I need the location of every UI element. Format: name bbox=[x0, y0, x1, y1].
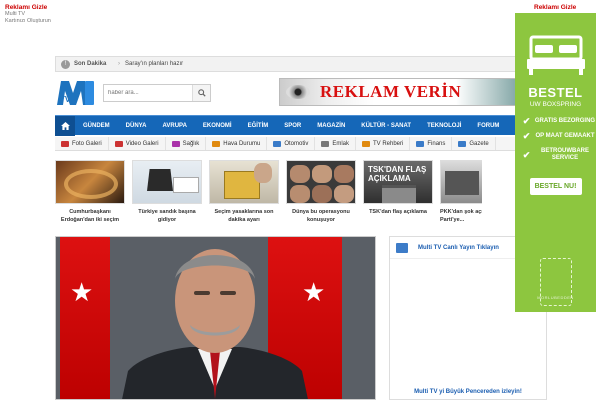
boxspring-ad[interactable]: BESTEL UW BOXSPRING ✔ GRATIS BEZORGING ✔ O… bbox=[515, 13, 596, 312]
subnav-label: Finans bbox=[427, 140, 446, 147]
nav-item-teknoloji[interactable]: TEKNOLOJİ bbox=[419, 123, 469, 129]
card-caption: Cumhurbaşkanı Erdoğan'dan iki seçim bbox=[60, 209, 120, 223]
breaking-headline[interactable]: Saray'ın planları hazır bbox=[125, 61, 183, 67]
home-button[interactable] bbox=[55, 115, 75, 136]
card-thumbnail bbox=[286, 160, 356, 204]
nav-item-avrupa[interactable]: AVRUPA bbox=[154, 123, 194, 129]
person-image bbox=[122, 249, 308, 399]
news-card[interactable]: TSK'DAN FLAŞ AÇIKLAMA TSK'dan flaş açıkla… bbox=[363, 160, 433, 228]
eye-image bbox=[286, 85, 310, 99]
subnav-label: Gazete bbox=[469, 140, 489, 147]
sub-nav: Foto Galeri Video Galeri Sağlık Hava Dur… bbox=[55, 137, 516, 151]
card-caption: Türkiye sandık başına gidiyor bbox=[138, 209, 196, 223]
house-icon bbox=[321, 140, 330, 147]
camera-icon bbox=[61, 140, 69, 147]
subnav-label: Otomotiv bbox=[284, 140, 309, 147]
hide-ad-link-right[interactable]: Reklamı Gizle bbox=[534, 4, 576, 11]
thumb-text: TSK'DAN FLAŞ AÇIKLAMA bbox=[368, 165, 427, 183]
nav-item-dunya[interactable]: DÜNYA bbox=[118, 123, 155, 129]
subnav-video-galeri[interactable]: Video Galeri bbox=[109, 137, 166, 150]
subnav-label: Video Galeri bbox=[125, 140, 159, 147]
search-button[interactable] bbox=[192, 85, 210, 101]
subnav-saglik[interactable]: Sağlık bbox=[166, 137, 207, 150]
bed-icon bbox=[527, 35, 585, 75]
ad-small-text: MORLUBEDDEN bbox=[537, 295, 574, 300]
live-tv-title: Multi TV Canlı Yayın Tıklayın bbox=[418, 244, 499, 251]
card-caption: TSK'dan flaş açıklama bbox=[369, 209, 427, 215]
breaking-label: Son Dakika bbox=[74, 61, 107, 67]
document-icon bbox=[396, 242, 408, 253]
subnav-emlak[interactable]: Emlak bbox=[315, 137, 356, 150]
check-icon: ✔ bbox=[522, 131, 531, 141]
featured-photo[interactable]: ★ ★ bbox=[55, 236, 376, 400]
subnav-label: Foto Galeri bbox=[72, 140, 102, 147]
weather-icon bbox=[212, 140, 221, 147]
create-card-link[interactable]: Kartınızı Oluşturun bbox=[5, 18, 51, 25]
video-icon bbox=[114, 140, 123, 147]
news-card[interactable]: Dünya bu operasyonu konuşuyor bbox=[286, 160, 356, 228]
nav-item-gundem[interactable]: GÜNDEM bbox=[75, 123, 118, 129]
subnav-hava-durumu[interactable]: Hava Durumu bbox=[206, 137, 268, 150]
banner-text: REKLAM VERİN bbox=[320, 82, 462, 101]
health-icon bbox=[171, 140, 180, 147]
ad-feature: ✔ BETROUWBARE SERVICE bbox=[522, 148, 589, 161]
ad-tagline: UW BOXSPRING bbox=[529, 101, 582, 108]
nav-item-ekonomi[interactable]: EKONOMİ bbox=[195, 123, 240, 129]
tv-icon bbox=[362, 140, 370, 147]
car-icon bbox=[273, 140, 282, 147]
hide-ad-link[interactable]: Reklamı Gizle bbox=[5, 4, 51, 11]
site-name: Multi TV bbox=[5, 11, 26, 17]
subnav-tv-rehberi[interactable]: TV Rehberi bbox=[356, 137, 411, 150]
top-left-ad-block: Reklamı Gizle Multi TV Kartınızı Oluştur… bbox=[5, 4, 51, 25]
card-thumbnail bbox=[132, 160, 202, 204]
subnav-foto-galeri[interactable]: Foto Galeri bbox=[55, 137, 109, 150]
check-icon: ✔ bbox=[522, 149, 531, 160]
card-caption: Seçim yasaklarına son dakika ayarı bbox=[214, 209, 274, 223]
news-card[interactable]: PKK'dan şok açıklama AK Parti'ye... bbox=[440, 160, 482, 228]
ad-brand: BESTEL bbox=[528, 85, 583, 100]
card-caption: Dünya bu operasyonu konuşuyor bbox=[292, 209, 350, 223]
subnav-label: Hava Durumu bbox=[223, 140, 261, 147]
ad-feature: ✔ GRATIS BEZORGING bbox=[522, 116, 596, 126]
news-card[interactable]: Cumhurbaşkanı Erdoğan'dan iki seçim bbox=[55, 160, 125, 228]
home-icon bbox=[60, 121, 70, 130]
search-icon bbox=[197, 89, 206, 97]
logo-text: TV bbox=[60, 95, 71, 104]
news-card[interactable]: Seçim yasaklarına son dakika ayarı bbox=[209, 160, 279, 228]
search-box bbox=[103, 84, 211, 102]
advertise-banner[interactable]: REKLAM VERİN bbox=[279, 78, 516, 106]
nav-item-forum[interactable]: FORUM bbox=[469, 123, 507, 129]
ad-feature: ✔ OP MAAT GEMAAKT bbox=[522, 131, 595, 141]
card-thumbnail bbox=[440, 160, 482, 204]
nav-item-egitim[interactable]: EĞİTİM bbox=[240, 123, 277, 129]
flag-image: ★ bbox=[60, 237, 110, 399]
card-caption: PKK'dan şok açıklama AK Parti'ye... bbox=[440, 209, 482, 223]
subnav-label: TV Rehberi bbox=[373, 140, 404, 147]
nav-item-spor[interactable]: SPOR bbox=[276, 123, 309, 129]
subnav-label: Sağlık bbox=[182, 140, 200, 147]
card-thumbnail bbox=[55, 160, 125, 204]
site-logo[interactable]: TV bbox=[55, 77, 95, 109]
subnav-label: Emlak bbox=[332, 140, 349, 147]
nav-item-magazin[interactable]: MAGAZİN bbox=[309, 123, 353, 129]
news-card[interactable]: Türkiye sandık başına gidiyor bbox=[132, 160, 202, 228]
main-nav: GÜNDEM DÜNYA AVRUPA EKONOMİ EĞİTİM SPOR … bbox=[55, 115, 516, 136]
subnav-finans[interactable]: Finans bbox=[410, 137, 453, 150]
check-icon: ✔ bbox=[522, 116, 531, 126]
subnav-gazete[interactable]: Gazete bbox=[452, 137, 496, 150]
chevron-right-icon: › bbox=[118, 61, 120, 67]
search-input[interactable] bbox=[104, 85, 192, 101]
subnav-otomotiv[interactable]: Otomotiv bbox=[267, 137, 316, 150]
card-thumbnail: TSK'DAN FLAŞ AÇIKLAMA bbox=[363, 160, 433, 204]
card-thumbnail bbox=[209, 160, 279, 204]
breaking-news-bar: ! Son Dakika › Saray'ın planları hazır bbox=[55, 56, 516, 72]
watch-bigger-link[interactable]: Multi TV yi Büyük Pencereden izleyin! bbox=[390, 389, 546, 395]
headline-cards: Cumhurbaşkanı Erdoğan'dan iki seçim Türk… bbox=[55, 160, 516, 228]
nav-item-kultur-sanat[interactable]: KÜLTÜR - SANAT bbox=[353, 123, 419, 129]
newspaper-icon bbox=[458, 140, 467, 147]
order-now-button[interactable]: BESTEL NU! bbox=[529, 178, 582, 195]
breaking-icon: ! bbox=[61, 59, 70, 69]
finance-icon bbox=[416, 140, 425, 147]
